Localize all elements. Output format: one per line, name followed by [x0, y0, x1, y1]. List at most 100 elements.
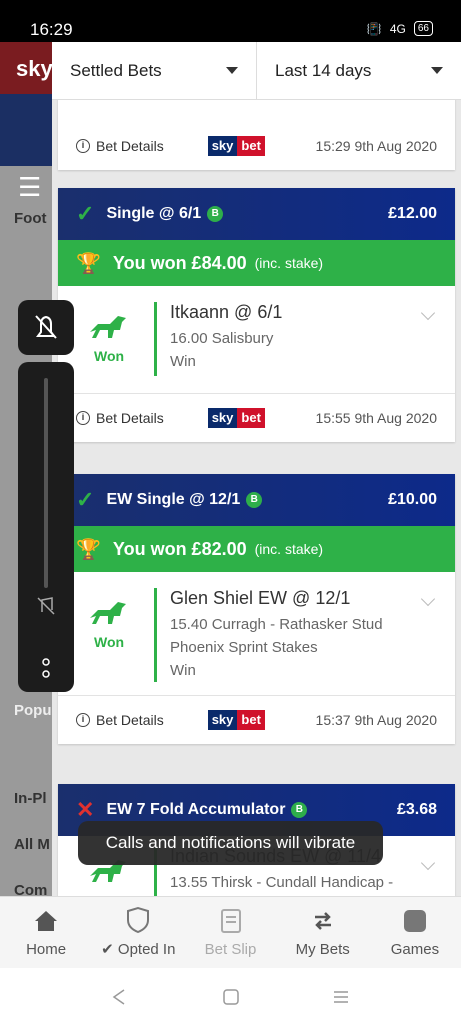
bet-card: i Bet Details sky bet 15:29 9th Aug 2020	[58, 94, 455, 170]
selection-line: 15.40 Curragh - Rathasker Stud	[170, 616, 383, 633]
won-banner: 🏆 You won £84.00 (inc. stake)	[58, 240, 455, 286]
skybet-logo: sky bet	[207, 136, 265, 156]
ringer-mode-button[interactable]	[18, 300, 74, 355]
bet-details-row[interactable]: i Bet Details sky bet 15:55 9th Aug 2020	[58, 394, 455, 442]
recents-icon[interactable]	[332, 988, 350, 1006]
selection-line: Win	[170, 662, 196, 679]
bet-timestamp: 15:37 9th Aug 2020	[315, 712, 437, 728]
bet-card: ✓ EW Single @ 12/1 B £10.00 🏆 You won £8…	[58, 474, 455, 744]
bet-status-label: Settled Bets	[70, 60, 162, 80]
selection-row[interactable]: Won Glen Shiel EW @ 12/1 15.40 Curragh -…	[58, 572, 455, 696]
shield-icon	[127, 906, 150, 934]
selection-name: Itkaann @ 6/1	[170, 302, 283, 322]
bg-logo: sky	[16, 56, 53, 81]
date-range-dropdown[interactable]: Last 14 days	[256, 42, 461, 99]
result-bar	[154, 302, 157, 376]
bet-details-label: Bet Details	[96, 410, 164, 426]
won-sub: (inc. stake)	[254, 255, 324, 271]
boost-badge-icon: B	[207, 206, 224, 222]
result-label: Won	[94, 348, 125, 364]
home-square-icon[interactable]	[222, 988, 240, 1006]
won-amount: You won £82.00	[112, 538, 247, 559]
nav-games[interactable]: Games	[369, 897, 461, 968]
selection-line: 16.00 Salisbury	[170, 330, 274, 347]
music-off-icon[interactable]	[34, 594, 58, 618]
nav-bet-slip[interactable]: Bet Slip	[184, 897, 276, 968]
bottom-nav: Home ✔ Opted In Bet Slip My Bets Games	[0, 896, 461, 968]
skybet-logo: sky bet	[207, 408, 265, 428]
check-circle-icon: ✔	[101, 941, 114, 958]
bet-stake: £10.00	[388, 491, 437, 508]
settled-bets-sheet: Settled Bets Last 14 days i Bet Details …	[52, 42, 461, 896]
vibrate-toast: Calls and notifications will vibrate	[78, 821, 383, 865]
filter-bar: Settled Bets Last 14 days	[52, 42, 461, 100]
volume-panel	[18, 362, 74, 692]
volume-slider[interactable]	[44, 378, 48, 588]
trophy-icon: 🏆	[76, 252, 101, 275]
nav-label: Home	[26, 941, 67, 958]
bet-card: ✓ Single @ 6/1 B £12.00 🏆 You won £84.00…	[58, 188, 455, 442]
bg-item: Foot	[14, 210, 47, 227]
bet-timestamp: 15:55 9th Aug 2020	[315, 410, 437, 426]
skybet-logo: sky bet	[207, 710, 265, 730]
nav-my-bets[interactable]: My Bets	[277, 897, 369, 968]
back-icon[interactable]	[110, 988, 128, 1006]
horse-icon	[90, 602, 126, 624]
date-range-label: Last 14 days	[275, 60, 372, 80]
result-bar	[154, 588, 157, 682]
bet-title: EW 7 Fold Accumulator	[106, 801, 286, 818]
bell-off-icon	[35, 315, 57, 339]
more-options-icon[interactable]	[40, 658, 52, 682]
nav-label: ✔ Opted In	[101, 941, 176, 958]
info-icon: i	[76, 411, 90, 425]
cross-icon: ✕	[76, 797, 95, 822]
selection-line: 13.55 Thirsk - Cundall Handicap -	[170, 874, 394, 891]
bet-details-label: Bet Details	[96, 138, 164, 154]
home-icon	[35, 911, 58, 931]
bet-stake: £12.00	[388, 205, 437, 222]
boost-badge-icon: B	[291, 802, 308, 818]
vibrate-icon: 📳	[366, 21, 382, 36]
selection-line: Phoenix Sprint Stakes	[170, 639, 318, 656]
menu-icon: ☰	[18, 172, 42, 202]
caret-down-icon	[226, 67, 238, 74]
check-icon: ✓	[76, 201, 95, 226]
info-icon: i	[76, 139, 90, 153]
bet-stake: £3.68	[396, 801, 437, 818]
horse-icon	[90, 316, 126, 338]
skybet-games-icon	[403, 910, 426, 932]
bet-card-header: ✓ EW Single @ 12/1 B £10.00	[58, 474, 455, 526]
check-icon: ✓	[76, 487, 95, 512]
boost-badge-icon: B	[246, 492, 263, 508]
bet-details-label: Bet Details	[96, 712, 164, 728]
selection-line: Win	[170, 353, 196, 370]
bet-status-dropdown[interactable]: Settled Bets	[52, 42, 256, 99]
info-icon: i	[76, 713, 90, 727]
selection-text: Glen Shiel EW @ 12/1 15.40 Curragh - Rat…	[170, 588, 455, 682]
won-amount: You won £84.00	[112, 252, 247, 273]
nav-label: My Bets	[295, 941, 350, 958]
nav-home[interactable]: Home	[0, 897, 92, 968]
caret-down-icon	[431, 67, 443, 74]
bet-slip-icon	[220, 909, 241, 933]
result-label: Won	[94, 634, 125, 650]
selection-name: Glen Shiel EW @ 12/1	[170, 588, 351, 608]
nav-opted-in[interactable]: ✔ Opted In	[92, 897, 184, 968]
bg-item: All M	[14, 836, 50, 853]
nav-label: Games	[390, 941, 440, 958]
status-bar: 16:29 📳 4G 66	[0, 0, 461, 42]
bet-title: Single @ 6/1	[106, 205, 202, 222]
trophy-icon: 🏆	[76, 538, 101, 561]
bet-card-header: ✓ Single @ 6/1 B £12.00	[58, 188, 455, 240]
bet-details-row[interactable]: i Bet Details sky bet 15:29 9th Aug 2020	[58, 122, 455, 170]
selection-row[interactable]: Won Itkaann @ 6/1 16.00 Salisbury Win	[58, 286, 455, 394]
swap-arrows-icon	[314, 912, 331, 930]
bet-timestamp: 15:29 9th Aug 2020	[315, 138, 437, 154]
battery-icon: 66	[413, 21, 433, 36]
system-nav-bar	[0, 968, 461, 1024]
status-icons: 📳 4G 66	[367, 21, 433, 36]
selection-text: Itkaann @ 6/1 16.00 Salisbury Win	[170, 302, 455, 373]
status-time: 16:29	[30, 20, 73, 39]
bet-details-row[interactable]: i Bet Details sky bet 15:37 9th Aug 2020	[58, 696, 455, 744]
won-banner: 🏆 You won £82.00 (inc. stake)	[58, 526, 455, 572]
